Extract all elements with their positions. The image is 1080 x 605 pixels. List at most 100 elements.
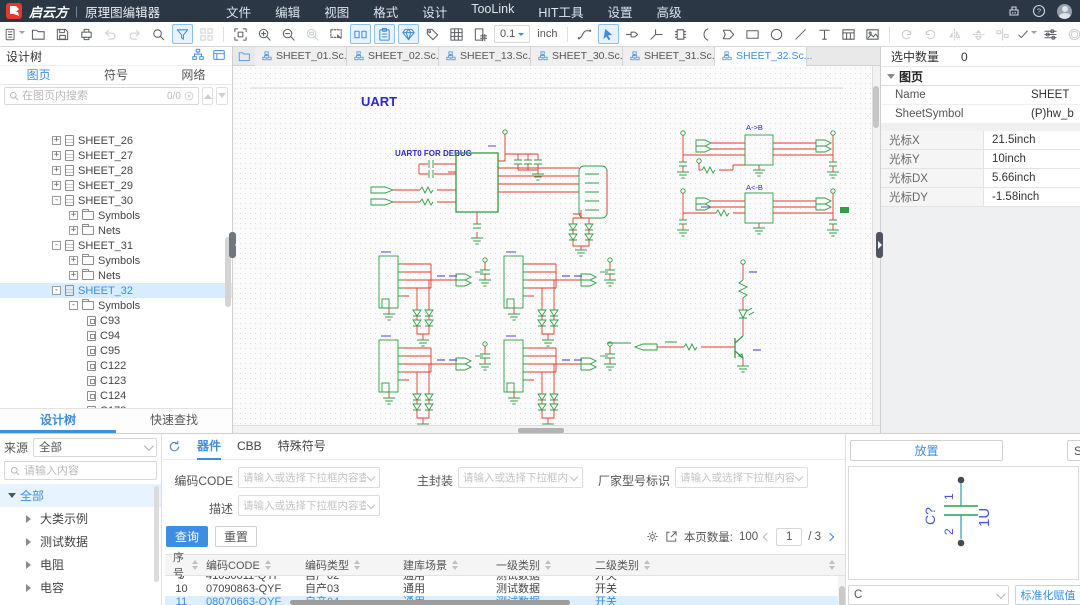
tab-pages[interactable]: 图页 [0, 66, 77, 84]
tab-nets[interactable]: 网络 [155, 66, 232, 84]
expander-icon[interactable]: + [52, 166, 61, 175]
clipboard-icon[interactable] [374, 24, 395, 44]
settings-sliders-icon[interactable] [1040, 24, 1061, 44]
prev-page-icon[interactable] [763, 532, 771, 540]
caret-right-icon[interactable] [26, 515, 35, 523]
tree-item-symbols[interactable]: +Symbols [0, 208, 232, 223]
expander-icon[interactable]: - [52, 241, 61, 250]
align-icon[interactable] [992, 24, 1013, 44]
scrollbar-thumb[interactable] [873, 86, 879, 128]
check-options-icon[interactable] [1016, 24, 1037, 44]
tree-item-c95[interactable]: C95 [0, 343, 232, 358]
tab-cbb[interactable]: CBB [237, 434, 262, 460]
archive-icon[interactable] [1007, 4, 1021, 18]
symbol-select[interactable]: C [848, 585, 1009, 605]
reset-button[interactable]: 重置 [215, 526, 257, 547]
rectangle-tool-icon[interactable] [742, 24, 763, 44]
expander-icon[interactable]: + [69, 256, 78, 265]
user-avatar[interactable] [1057, 4, 1072, 19]
table-tool-icon[interactable] [838, 24, 859, 44]
category-search-input[interactable] [24, 465, 151, 477]
undo-icon[interactable] [100, 24, 121, 44]
expander-icon[interactable]: + [69, 211, 78, 220]
ellipse-tool-icon[interactable] [766, 24, 787, 44]
expander-icon[interactable]: + [52, 151, 61, 160]
grid-icon[interactable] [446, 24, 467, 44]
category-testdata[interactable]: 测试数据 [0, 530, 161, 553]
caret-down-icon[interactable] [8, 493, 16, 502]
find-prev-button[interactable] [202, 87, 214, 105]
desc-input[interactable] [243, 500, 366, 512]
sort-icon[interactable] [829, 557, 835, 573]
doc-tab-sheet32-active[interactable]: SHEET_32.Sc... [715, 47, 807, 66]
doc-tab-sheet31[interactable]: SHEET_31.Sc... [623, 47, 715, 66]
menu-settings[interactable]: 设置 [607, 2, 632, 21]
tree-item-symbols[interactable]: -Symbols [0, 298, 232, 313]
page-number-input[interactable]: 1 [776, 528, 802, 546]
right-panel-collapse-handle[interactable] [876, 232, 883, 258]
tree-item-c124[interactable]: C124 [0, 388, 232, 403]
zoom-out-icon[interactable] [278, 24, 299, 44]
menu-advanced[interactable]: 高级 [656, 2, 681, 21]
bus-entry-icon[interactable] [646, 24, 667, 44]
tree-item-c93[interactable]: C93 [0, 313, 232, 328]
menu-file[interactable]: 文件 [226, 2, 251, 21]
doc-tab-sheet01[interactable]: SHEET_01.Sc... [255, 47, 347, 66]
tab-design-tree[interactable]: 设计树 [0, 409, 116, 433]
expander-icon[interactable]: - [52, 196, 61, 205]
zoom-in-icon[interactable] [254, 24, 275, 44]
table-vertical-scrollbar[interactable] [838, 576, 845, 605]
tag-icon[interactable] [422, 24, 443, 44]
expander-icon[interactable]: + [52, 136, 61, 145]
category-examples[interactable]: 大类示例 [0, 507, 161, 530]
new-document-icon[interactable] [4, 24, 25, 44]
search-icon[interactable] [148, 24, 169, 44]
vendor-combo[interactable] [675, 467, 808, 488]
doc-tab-sheet30[interactable]: SHEET_30.Sc... [531, 47, 623, 66]
tree-item-sheet29[interactable]: +SHEET_29 [0, 178, 232, 193]
tree-item-symbols[interactable]: +Symbols [0, 253, 232, 268]
tab-symbols[interactable]: 符号 [77, 66, 154, 84]
save-icon[interactable] [52, 24, 73, 44]
export-icon[interactable] [665, 530, 678, 543]
fit-view-icon[interactable] [230, 24, 251, 44]
filter-icon[interactable] [172, 24, 193, 44]
blocks-icon[interactable] [196, 24, 217, 44]
table-horizontal-scrollbar-thumb[interactable] [290, 600, 570, 605]
caret-right-icon[interactable] [26, 561, 35, 569]
property-row-sheetsymbol[interactable]: SheetSymbol (P)hw_b [881, 105, 1080, 124]
rotate-ccw-icon[interactable] [896, 24, 917, 44]
folder-icon[interactable] [233, 47, 255, 66]
query-button[interactable]: 查询 [166, 526, 208, 547]
tree-item-c122[interactable]: C122 [0, 358, 232, 373]
category-scrollbar[interactable] [154, 486, 159, 582]
standardize-assign-button[interactable]: 标准化赋值 [1015, 585, 1080, 605]
category-all[interactable]: 全部 [0, 484, 161, 507]
net-port-icon[interactable] [622, 24, 643, 44]
expander-icon[interactable]: + [52, 181, 61, 190]
s-button[interactable]: S [1067, 440, 1080, 461]
tab-components[interactable]: 器件 [197, 434, 221, 460]
menu-toolink[interactable]: TooLink [471, 2, 514, 21]
tree-item-sheet31[interactable]: -SHEET_31 [0, 238, 232, 253]
tree-search-input[interactable] [22, 90, 164, 102]
doc-tab-sheet13[interactable]: SHEET_13.Sc... [439, 47, 531, 66]
gem-icon[interactable] [398, 24, 419, 44]
tree-item-sheet28[interactable]: +SHEET_28 [0, 163, 232, 178]
table-row[interactable]: 941030011-QYF自产02通用测试数据开关 [165, 576, 838, 583]
select-arrow-icon[interactable] [598, 24, 619, 44]
caret-right-icon[interactable] [26, 584, 35, 592]
open-icon[interactable] [28, 24, 49, 44]
sort-icon[interactable] [452, 557, 458, 573]
flip-vertical-icon[interactable] [968, 24, 989, 44]
tree-item-nets[interactable]: +Nets [0, 223, 232, 238]
redo-icon[interactable] [124, 24, 145, 44]
zoom-selection-icon[interactable] [302, 24, 323, 44]
code-input[interactable] [243, 472, 366, 484]
property-row-name[interactable]: Name SHEET [881, 86, 1080, 105]
find-next-button[interactable] [216, 87, 228, 105]
table-row[interactable]: 1007090863-QYF自产03通用测试数据开关 [165, 583, 838, 596]
caret-right-icon[interactable] [26, 538, 35, 546]
section-page[interactable]: 图页 [881, 67, 1080, 86]
menu-format[interactable]: 格式 [373, 2, 398, 21]
